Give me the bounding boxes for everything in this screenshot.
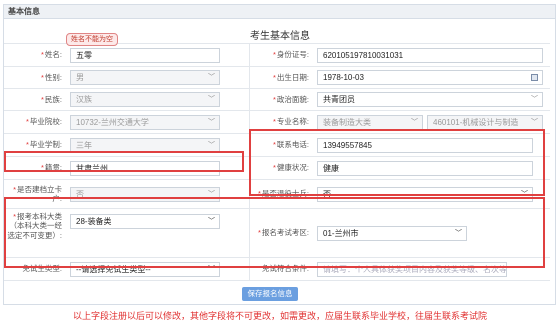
ethnicity-select[interactable]: 汉族 ﹀ xyxy=(70,92,220,107)
chevron-down-icon: ﹀ xyxy=(411,118,418,126)
phone-label: * 联系电话: xyxy=(272,140,309,150)
poverty-label: *是否建档立卡户: xyxy=(13,184,62,203)
apply-major-label: *报考本科大类（本科大类一经选定不可变更）: xyxy=(7,212,62,240)
native-place-input[interactable]: 甘肃兰州 xyxy=(70,160,220,176)
notice-text: 以上字段注册以后可以修改，其他字段将不可更改，如需更改，应届生联系毕业学校，往届… xyxy=(72,311,487,321)
chevron-down-icon: ﹀ xyxy=(531,118,538,126)
grad-school-label: * 毕业院校: xyxy=(25,117,62,127)
exam-area-label: * 报名考试考区: xyxy=(257,228,309,238)
id-number-input[interactable]: 620105197810031031 xyxy=(317,47,543,63)
apply-major-select[interactable]: 28-装备类 ﹀ xyxy=(70,214,220,229)
form-row: * 毕业学制: 三年 ﹀ * 联系电话: 13949557845 xyxy=(4,134,550,157)
gender-select[interactable]: 男 ﹀ xyxy=(70,70,220,85)
birth-date-input[interactable]: 1978-10-03 xyxy=(317,70,543,85)
calendar-icon[interactable] xyxy=(531,74,538,81)
panel-title: 基本信息 xyxy=(4,5,555,19)
chevron-down-icon: ﹀ xyxy=(208,118,215,126)
politics-select[interactable]: 共青团员 ﹀ xyxy=(317,92,543,107)
birth-date-label: * 出生日期: xyxy=(272,72,309,82)
chevron-down-icon: ﹀ xyxy=(208,74,215,81)
exempt-type-label: 免试生类型: xyxy=(22,264,62,274)
form-grid: * 姓名: 五零 * 身份证号: 620105197810031031 * 性别: 男… xyxy=(4,43,550,281)
form-row: * 姓名: 五零 * 身份证号: 620105197810031031 xyxy=(4,44,550,67)
form-row: * 性别: 男 ﹀ * 出生日期: 1978-10-03 xyxy=(4,67,550,89)
politics-label: * 政治面貌: xyxy=(272,94,309,104)
major-category-select[interactable]: 装备制造大类 ﹀ xyxy=(317,114,423,130)
name-input[interactable]: 五零 xyxy=(70,47,220,63)
exempt-condition-input[interactable]: 请填写：个人具体获奖项目内容及获奖等级、名次等 xyxy=(317,261,507,277)
chevron-down-icon: ﹀ xyxy=(208,265,215,273)
form-row: *是否建档立卡户: 否 ﹀ * 是否退役士兵: 否 ﹀ xyxy=(4,180,550,209)
school-years-select[interactable]: 三年 ﹀ xyxy=(70,137,220,153)
name-label: * 姓名: xyxy=(40,50,62,60)
chevron-down-icon: ﹀ xyxy=(208,190,215,198)
phone-input[interactable]: 13949557845 xyxy=(317,137,533,153)
form-row: * 民族: 汉族 ﹀ * 政治面貌: 共青团员 ﹀ xyxy=(4,89,550,111)
exam-area-select[interactable]: 01-兰州市 ﹀ xyxy=(317,225,467,241)
form-row: *报考本科大类（本科大类一经选定不可变更）: 28-装备类 ﹀ * 报名考试考区: … xyxy=(4,209,550,258)
ethnicity-label: * 民族: xyxy=(40,94,62,104)
native-place-label: * 籍贯: xyxy=(40,163,62,173)
chevron-down-icon: ﹀ xyxy=(208,141,215,149)
major-select[interactable]: 460101-机械设计与制造 ﹀ xyxy=(427,114,543,130)
poverty-select[interactable]: 否 ﹀ xyxy=(70,186,220,202)
form-row: * 毕业院校: 10732-兰州交通大学 ﹀ * 专业名称: 装备制造大类 ﹀ 4601… xyxy=(4,111,550,134)
form-row: * 籍贯: 甘肃兰州 * 健康状况: 健康 xyxy=(4,157,550,180)
veteran-label: * 是否退役士兵: xyxy=(257,189,309,199)
veteran-select[interactable]: 否 ﹀ xyxy=(317,186,533,202)
chevron-down-icon: ﹀ xyxy=(208,218,215,225)
chevron-down-icon: ﹀ xyxy=(521,190,528,198)
id-number-label: * 身份证号: xyxy=(272,50,309,60)
name-error-tooltip: 姓名不能为空 xyxy=(66,33,118,46)
school-years-label: * 毕业学制: xyxy=(25,140,62,150)
save-button[interactable]: 保存报名信息 xyxy=(242,287,298,301)
chevron-down-icon: ﹀ xyxy=(531,96,538,103)
chevron-down-icon: ﹀ xyxy=(455,229,462,237)
form-row: 免试生类型: --请选择免试生类型-- ﹀ 免试符合条件: 请填写：个人具体获奖项… xyxy=(4,258,550,281)
exempt-condition-label: 免试符合条件: xyxy=(261,264,309,274)
gender-label: * 性别: xyxy=(40,72,62,82)
major-label: * 专业名称: xyxy=(272,117,309,127)
health-label: * 健康状况: xyxy=(272,163,309,173)
health-input[interactable]: 健康 xyxy=(317,160,533,176)
chevron-down-icon: ﹀ xyxy=(208,96,215,103)
grad-school-select[interactable]: 10732-兰州交通大学 ﹀ xyxy=(70,114,220,130)
exempt-type-select[interactable]: --请选择免试生类型-- ﹀ xyxy=(70,261,220,277)
